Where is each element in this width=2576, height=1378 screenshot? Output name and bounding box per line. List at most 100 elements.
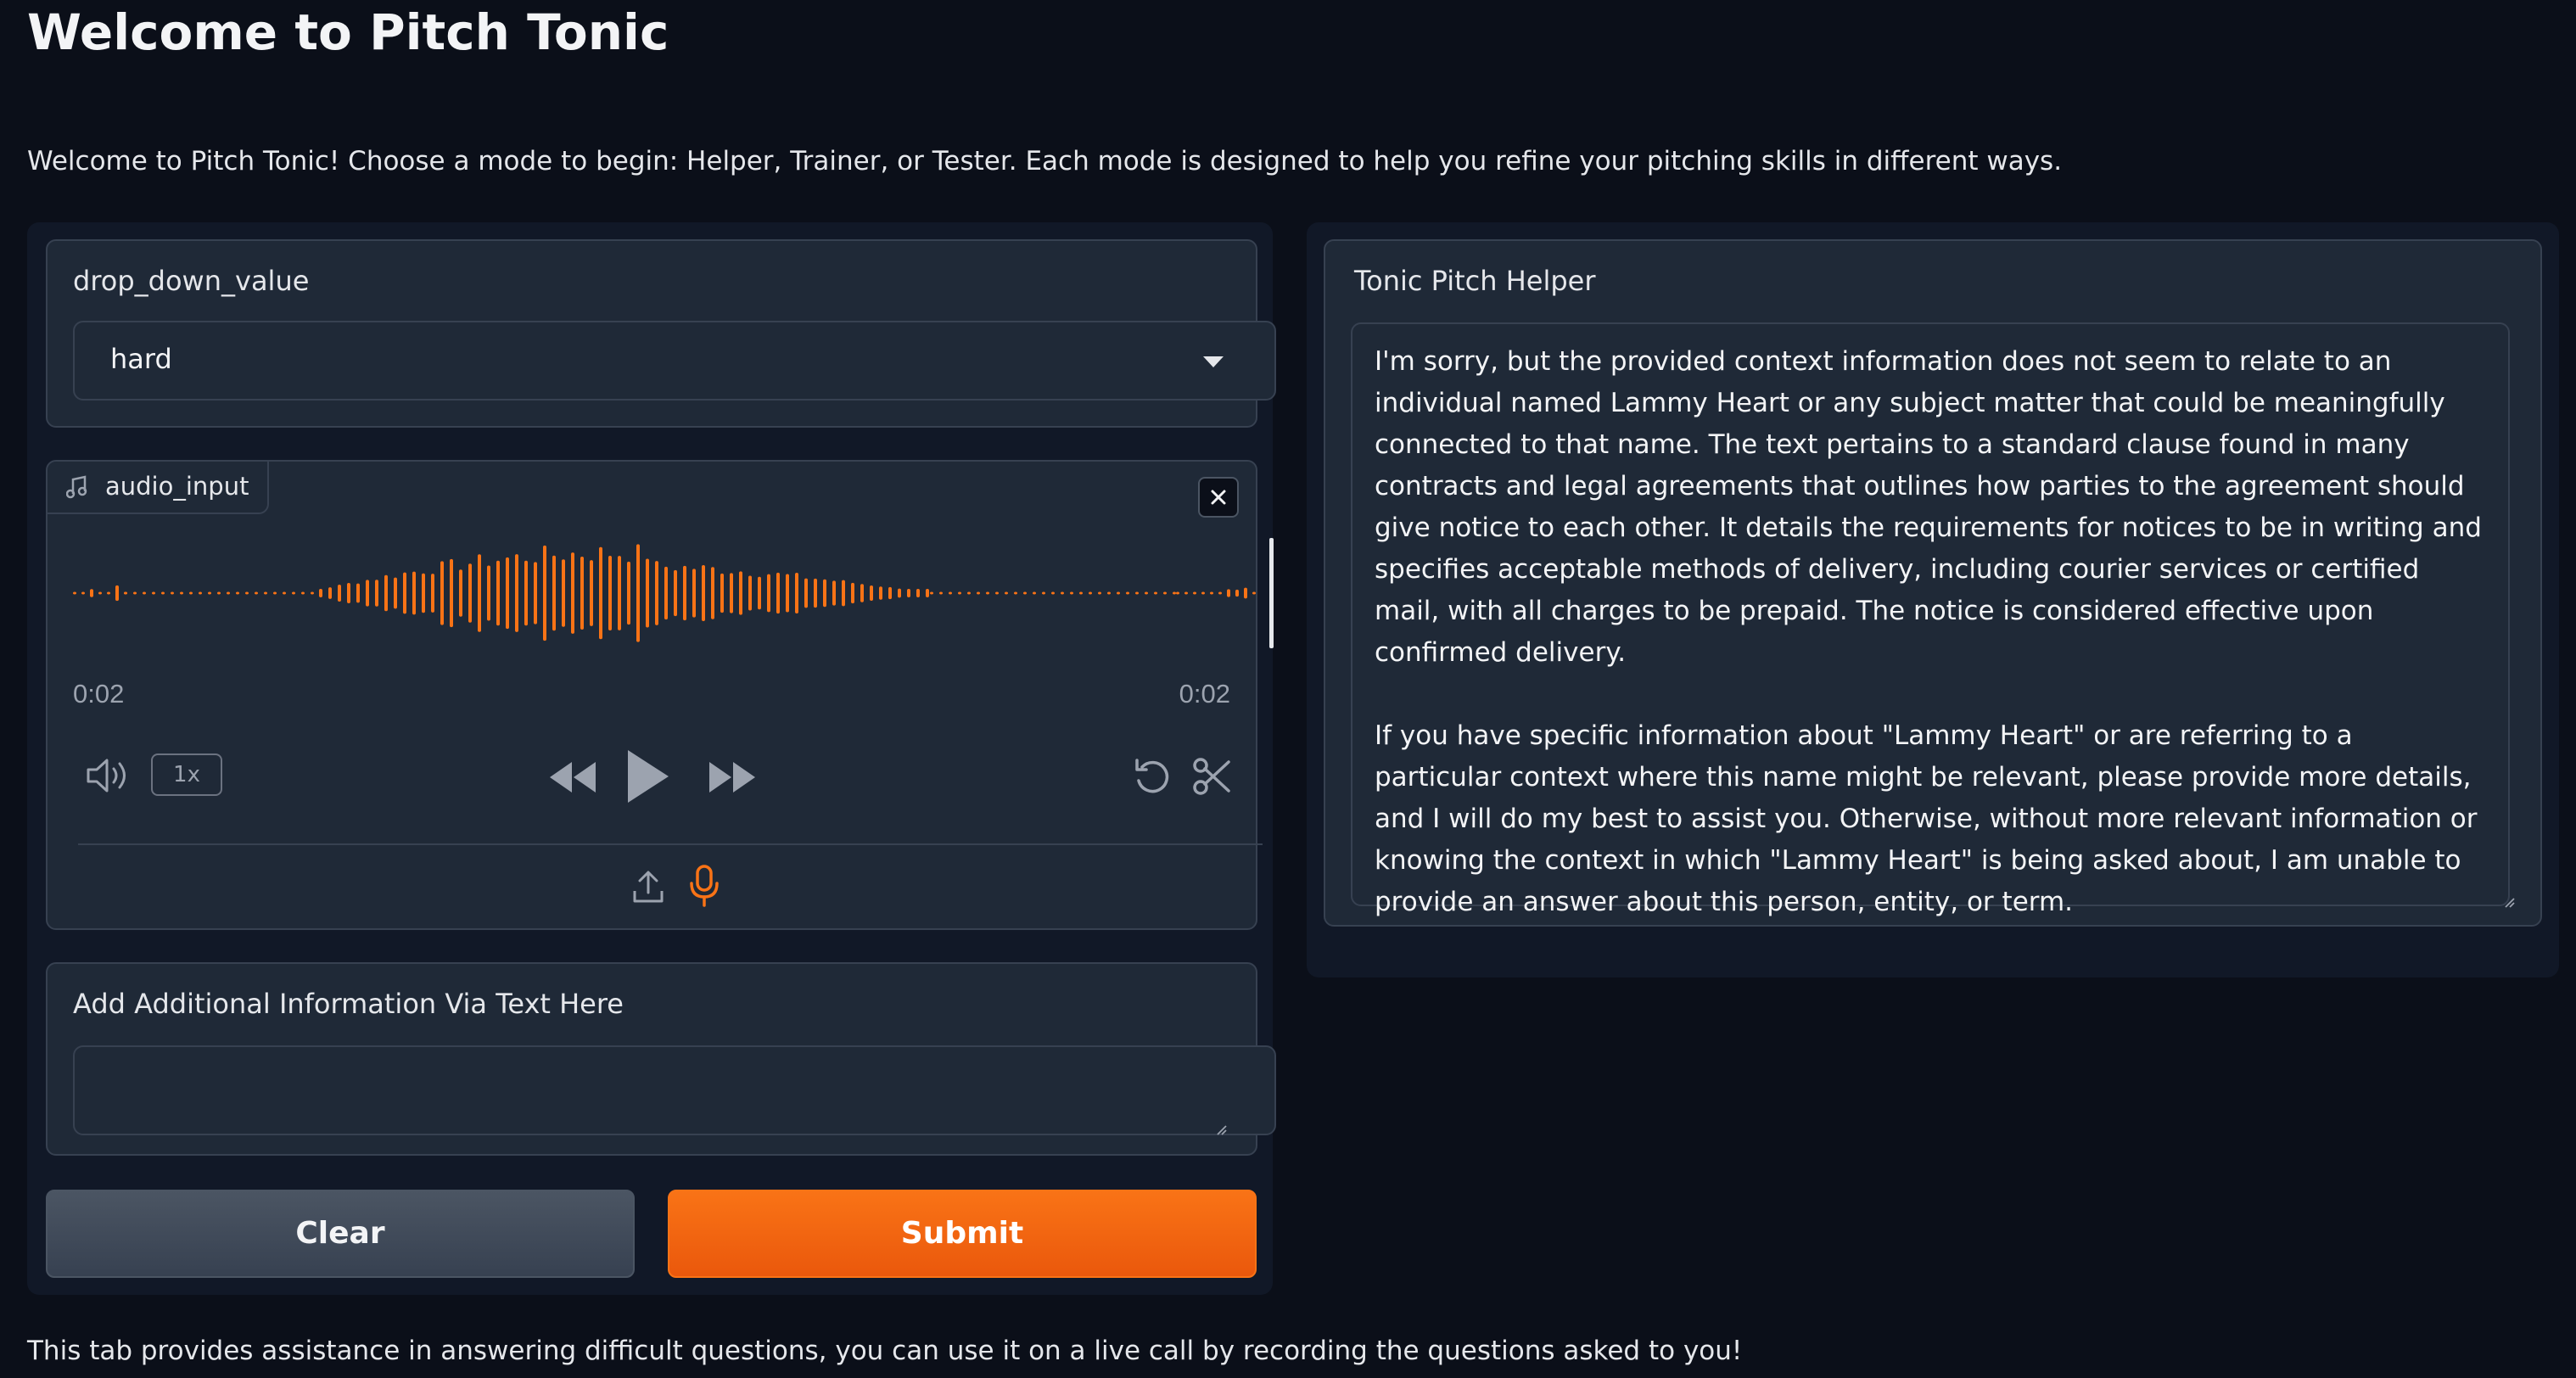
- waveform-bar: [1098, 591, 1101, 595]
- waveform-bar: [1089, 591, 1092, 595]
- waveform-bar: [152, 591, 155, 595]
- waveform-bar: [440, 561, 444, 625]
- dropdown-selected-value: hard: [110, 343, 172, 375]
- chevron-down-icon: [1203, 356, 1224, 367]
- waveform-bar: [590, 560, 593, 626]
- dropdown-label: drop_down_value: [73, 265, 310, 297]
- waveform-bar: [898, 588, 901, 598]
- waveform-bar: [347, 582, 350, 604]
- waveform-bar: [1235, 589, 1239, 597]
- waveform-bar: [748, 575, 752, 611]
- additional-info-label: Add Additional Information Via Text Here: [73, 988, 624, 1020]
- output-label: Tonic Pitch Helper: [1354, 265, 1596, 297]
- waveform-bar: [664, 566, 668, 620]
- waveform-bar: [81, 591, 85, 595]
- waveform-bar: [1005, 591, 1008, 595]
- waveform-bar: [412, 571, 416, 615]
- waveform-bar: [842, 580, 845, 607]
- waveform-bar: [319, 589, 322, 597]
- waveform-bar: [1252, 591, 1256, 595]
- waveform-bar: [730, 573, 733, 613]
- waveform-bar: [986, 591, 989, 595]
- waveform-bar: [776, 572, 780, 614]
- resize-handle-icon[interactable]: [1215, 1123, 1227, 1135]
- output-textarea[interactable]: I'm sorry, but the provided context info…: [1351, 322, 2510, 917]
- output-text: I'm sorry, but the provided context info…: [1375, 346, 2482, 917]
- waveform-bar: [1154, 591, 1157, 595]
- playhead-cursor[interactable]: [1269, 538, 1274, 648]
- waveform-bar: [301, 591, 305, 595]
- duration: 0:02: [1179, 679, 1230, 709]
- waveform-bar: [823, 579, 826, 608]
- waveform-bar: [543, 545, 546, 641]
- waveform-bar: [702, 564, 705, 622]
- waveform-bar: [618, 556, 621, 630]
- clear-audio-button[interactable]: [1198, 477, 1239, 518]
- waveform-bar: [949, 591, 952, 595]
- waveform-bar: [245, 591, 249, 595]
- waveform-bar: [851, 582, 854, 604]
- waveform-bar: [356, 583, 360, 603]
- waveform-bar: [977, 591, 980, 595]
- waveform-bar: [515, 554, 518, 632]
- waveform-bar: [1033, 591, 1036, 595]
- music-note-icon: [66, 475, 87, 499]
- controls-divider: [78, 843, 1263, 845]
- waveform-bar: [431, 574, 434, 613]
- waveform-bar: [189, 591, 193, 595]
- waveform-bar: [1210, 591, 1213, 595]
- waveform-bar: [1126, 591, 1129, 595]
- waveform-bar: [599, 546, 602, 640]
- audio-block: audio_input 0:02 0:02 1x: [46, 460, 1274, 930]
- waveform-bar: [1135, 591, 1139, 595]
- waveform-bar: [236, 591, 239, 595]
- waveform-bar: [273, 591, 277, 595]
- waveform-bar: [683, 565, 686, 621]
- waveform-bar: [967, 591, 971, 595]
- waveform-bar: [1218, 591, 1222, 595]
- close-icon: [1211, 490, 1226, 505]
- upload-icon[interactable]: [631, 867, 665, 905]
- playback-rate-button[interactable]: 1x: [151, 753, 222, 796]
- waveform-bar: [870, 585, 873, 602]
- fast-forward-icon[interactable]: [708, 759, 759, 796]
- additional-info-input[interactable]: [73, 1045, 1276, 1135]
- waveform-bar: [459, 569, 462, 617]
- waveform-bar: [926, 589, 929, 597]
- waveform-bar: [366, 580, 369, 607]
- waveform-bar: [422, 573, 425, 613]
- waveform-bar: [995, 591, 999, 595]
- reset-icon[interactable]: [1132, 755, 1174, 798]
- difficulty-dropdown[interactable]: hard: [73, 321, 1276, 401]
- output-column: Tonic Pitch Helper I'm sorry, but the pr…: [1307, 222, 2559, 977]
- intro-text: Welcome to Pitch Tonic! Choose a mode to…: [27, 146, 2063, 176]
- waveform-bar: [180, 591, 183, 595]
- waveform-bar: [1145, 591, 1148, 595]
- waveform-bar: [73, 591, 76, 595]
- play-icon[interactable]: [624, 747, 672, 806]
- dropdown-block: drop_down_value hard: [46, 239, 1276, 428]
- waveform-bar: [930, 591, 933, 595]
- microphone-icon[interactable]: [687, 864, 721, 908]
- waveform-bar: [133, 591, 137, 595]
- submit-button[interactable]: Submit: [668, 1190, 1257, 1278]
- volume-icon[interactable]: [85, 757, 132, 794]
- waveform-bar: [720, 573, 724, 613]
- waveform-bar: [199, 591, 202, 595]
- waveform-bar: [143, 591, 146, 595]
- waveform-bar: [562, 559, 565, 627]
- waveform-bar: [674, 569, 677, 617]
- waveform-bar: [311, 591, 314, 595]
- waveform-bar: [161, 591, 165, 595]
- waveform-bar: [814, 578, 817, 608]
- audio-waveform[interactable]: [73, 538, 1276, 648]
- waveform-bar: [888, 586, 892, 600]
- resize-handle-icon[interactable]: [2503, 896, 2515, 908]
- waveform-bar: [939, 591, 943, 595]
- waveform-bar: [1023, 591, 1027, 595]
- clear-button[interactable]: Clear: [46, 1190, 635, 1278]
- rewind-icon[interactable]: [546, 759, 597, 796]
- trim-scissors-icon[interactable]: [1191, 755, 1234, 798]
- page-title: Welcome to Pitch Tonic: [27, 3, 669, 61]
- waveform-bar: [1070, 591, 1073, 595]
